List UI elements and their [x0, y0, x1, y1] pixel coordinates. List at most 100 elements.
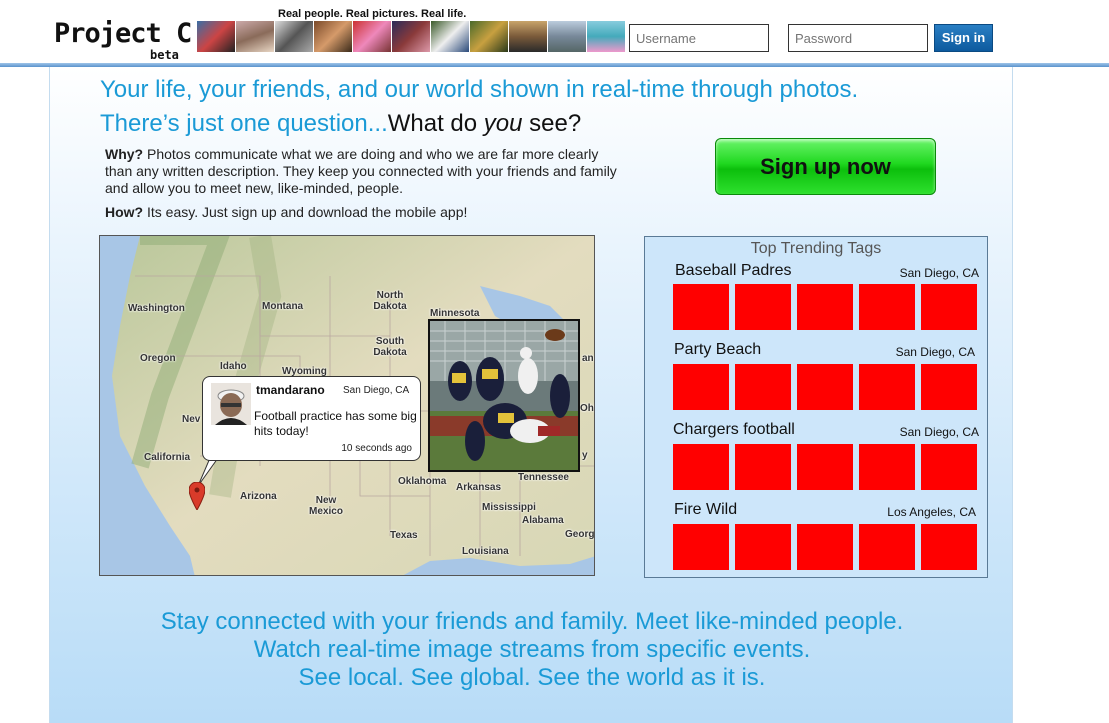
- tag-photo-tile[interactable]: [921, 284, 977, 330]
- headline-question-prefix: There’s just one question...: [100, 110, 388, 137]
- tag-photo-tile[interactable]: [673, 524, 729, 570]
- password-input[interactable]: [788, 24, 928, 52]
- post-username[interactable]: tmandarano: [256, 383, 325, 397]
- tag-photo-tile[interactable]: [735, 364, 791, 410]
- tag-name[interactable]: Fire Wild: [674, 501, 737, 519]
- map-label-louisiana: Louisiana: [462, 546, 509, 557]
- trending-title: Top Trending Tags: [750, 240, 882, 257]
- why-paragraph: Why? Photos communicate what we are doin…: [105, 146, 625, 197]
- headline-question-emphasis: you: [483, 110, 523, 137]
- tag-photo-row: [673, 524, 983, 570]
- tag-photo-row: [673, 284, 983, 330]
- map-label-california: California: [144, 452, 191, 463]
- footer-line-2: Watch real-time image streams from speci…: [253, 636, 811, 663]
- headline-question-part: see?: [522, 110, 582, 137]
- photo-thumbnail-strip: [197, 21, 626, 52]
- map-label-oregon: Oregon: [140, 353, 176, 364]
- why-label: Why?: [105, 146, 144, 162]
- thumbnail-photo: [509, 21, 547, 52]
- map-label-arkansas: Arkansas: [456, 482, 502, 493]
- map-label-texas: Texas: [390, 530, 418, 541]
- post-message: Football practice has some big hits toda…: [254, 409, 417, 438]
- thumbnail-photo: [548, 21, 586, 52]
- tag-location: Los Angeles, CA: [887, 505, 976, 519]
- activity-map[interactable]: Washington Montana North Dakota Minnesot…: [99, 235, 595, 576]
- tag-photo-tile[interactable]: [797, 524, 853, 570]
- footer-line-3: See local. See global. See the world as …: [298, 664, 766, 691]
- post-location: San Diego, CA: [343, 385, 410, 396]
- map-label-tennessee: Tennessee: [518, 472, 569, 483]
- headline-question-part: What do: [387, 110, 484, 137]
- tag-photo-tile[interactable]: [921, 364, 977, 410]
- how-text: Its easy. Just sign up and download the …: [143, 204, 468, 220]
- tag-photo-tile[interactable]: [797, 364, 853, 410]
- username-input[interactable]: [629, 24, 769, 52]
- avatar[interactable]: [211, 383, 251, 425]
- thumbnail-photo: [314, 21, 352, 52]
- tag-photo-tile[interactable]: [797, 284, 853, 330]
- headline-secondary: There’s just one question...What do you …: [100, 110, 581, 138]
- thumbnail-photo: [431, 21, 469, 52]
- tag-photo-row: [673, 364, 983, 410]
- post-bubble[interactable]: tmandarano San Diego, CA Football practi…: [202, 376, 421, 461]
- logo-beta-label: beta: [150, 48, 179, 62]
- headline-primary: Your life, your friends, and our world s…: [100, 76, 859, 103]
- map-label-washington: Washington: [128, 303, 185, 314]
- thumbnail-photo: [392, 21, 430, 52]
- tagline: Real people. Real pictures. Real life.: [278, 8, 467, 20]
- map-pin-icon[interactable]: [189, 482, 205, 510]
- thumbnail-photo: [353, 21, 391, 52]
- map-label-mississippi: Mississippi: [482, 502, 536, 513]
- tag-location: San Diego, CA: [899, 266, 979, 280]
- map-label-idaho: Idaho: [220, 361, 247, 372]
- tag-photo-tile[interactable]: [859, 444, 915, 490]
- map-label-north-dakota: North Dakota: [373, 290, 407, 312]
- tag-location: San Diego, CA: [899, 425, 979, 439]
- map-label-kentucky: y: [582, 450, 588, 461]
- footer-line-1: Stay connected with your friends and fam…: [160, 608, 904, 635]
- why-text: Photos communicate what we are doing and…: [105, 146, 617, 196]
- map-label-minnesota: Minnesota: [430, 308, 480, 319]
- tag-photo-row: [673, 444, 983, 490]
- sign-in-button[interactable]: Sign in: [934, 24, 993, 52]
- map-label-oklahoma: Oklahoma: [398, 476, 447, 487]
- tag-name[interactable]: Baseball Padres: [675, 262, 792, 280]
- tag-photo-tile[interactable]: [735, 524, 791, 570]
- how-paragraph: How? Its easy. Just sign up and download…: [105, 204, 625, 220]
- map-label-michigan: an: [582, 353, 594, 364]
- tag-name[interactable]: Chargers football: [673, 421, 795, 439]
- tag-photo-tile[interactable]: [859, 364, 915, 410]
- football-photo: [430, 321, 578, 470]
- tag-photo-tile[interactable]: [921, 444, 977, 490]
- tag-photo-tile[interactable]: [673, 284, 729, 330]
- logo[interactable]: Project C: [54, 20, 192, 47]
- tag-location: San Diego, CA: [895, 345, 975, 359]
- map-label-georgia: Georg: [565, 529, 595, 540]
- header: Project C beta Real people. Real picture…: [0, 0, 1109, 66]
- tag-photo-tile[interactable]: [673, 444, 729, 490]
- thumbnail-photo: [275, 21, 313, 52]
- thumbnail-photo: [470, 21, 508, 52]
- headline-question: What do you see?: [388, 110, 581, 137]
- map-label-nevada: Nev: [182, 414, 201, 425]
- tag-photo-tile[interactable]: [797, 444, 853, 490]
- thumbnail-photo: [197, 21, 235, 52]
- user-photo-icon: [211, 383, 251, 425]
- tag-name[interactable]: Party Beach: [674, 341, 761, 359]
- tag-photo-tile[interactable]: [735, 444, 791, 490]
- map-label-alabama: Alabama: [522, 515, 564, 526]
- tag-photo-tile[interactable]: [673, 364, 729, 410]
- tag-photo-tile[interactable]: [859, 284, 915, 330]
- tag-photo-tile[interactable]: [859, 524, 915, 570]
- map-label-arizona: Arizona: [240, 491, 277, 502]
- trending-tags-panel: Top Trending Tags Baseball Padres San Di…: [644, 236, 988, 578]
- tag-photo-tile[interactable]: [921, 524, 977, 570]
- map-label-ohio: Ohi: [580, 403, 594, 414]
- sign-up-button[interactable]: Sign up now: [715, 138, 936, 195]
- thumbnail-photo: [236, 21, 274, 52]
- post-timestamp: 10 seconds ago: [341, 443, 412, 454]
- how-label: How?: [105, 204, 144, 220]
- map-label-montana: Montana: [262, 301, 304, 312]
- map-photo-football[interactable]: [428, 319, 580, 472]
- tag-photo-tile[interactable]: [735, 284, 791, 330]
